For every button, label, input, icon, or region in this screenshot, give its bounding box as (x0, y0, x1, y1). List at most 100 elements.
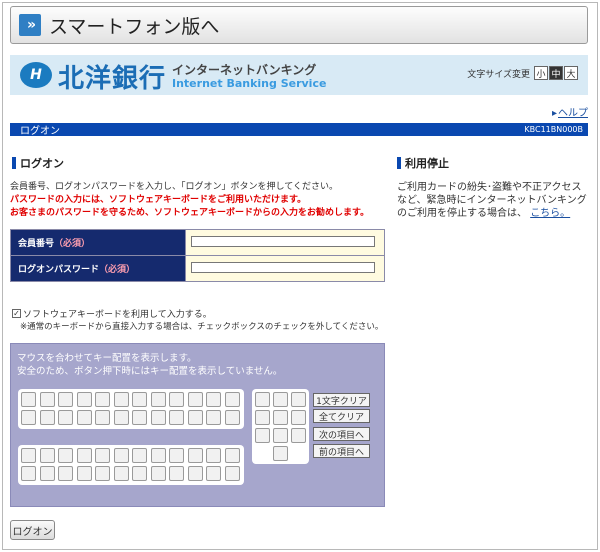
header-banner: H 北洋銀行 インターネットバンキング Internet Banking Ser… (10, 55, 588, 95)
password-input[interactable] (191, 262, 375, 273)
keyboard-key[interactable] (58, 410, 73, 425)
keyboard-key[interactable] (206, 448, 221, 463)
keyboard-key[interactable] (224, 410, 240, 425)
keyboard-key[interactable] (113, 410, 129, 425)
keyboard-key[interactable] (76, 466, 92, 481)
keyboard-key[interactable] (58, 448, 73, 463)
member-number-row: 会員番号（必須） (10, 229, 385, 256)
keyboard-key[interactable] (224, 448, 240, 463)
keyboard-key[interactable] (21, 410, 36, 425)
suspend-link[interactable]: こちら。 (530, 208, 570, 219)
login-form: 会員番号（必須） ログオンパスワード（必須） (10, 229, 385, 282)
smartphone-link-label: スマートフォン版へ (49, 15, 220, 38)
help-link[interactable]: ヘルプ (552, 104, 588, 119)
keyboard-key[interactable] (169, 392, 184, 407)
login-section-title-text: ログオン (20, 157, 64, 170)
keyboard-key[interactable] (113, 466, 129, 481)
password-label: ログオンパスワード（必須） (10, 255, 186, 282)
keyboard-key[interactable] (206, 410, 221, 425)
suspend-description: ご利用カードの紛失･盗難や不正アクセスなど、緊急時にインターネットバンキングのご… (397, 181, 587, 220)
smartphone-link-button[interactable]: » スマートフォン版へ (10, 6, 588, 44)
keyboard-key[interactable] (76, 392, 92, 407)
prev-field-button[interactable]: 前の項目へ (313, 444, 370, 458)
keyboard-message-line-2: 安全のため、ボタン押下時にはキー配置を表示していません。 (17, 366, 283, 377)
key-block-numpad (252, 389, 309, 464)
keyboard-key[interactable] (206, 392, 221, 407)
software-keyboard: マウスを合わせてキー配置を表示します。 安全のため、ボタン押下時にはキー配置を表… (10, 343, 385, 507)
keyboard-key[interactable] (113, 448, 129, 463)
bank-logo-icon: H (20, 62, 52, 88)
next-field-button[interactable]: 次の項目へ (313, 427, 370, 441)
keyboard-key[interactable] (132, 410, 147, 425)
font-size-small-button[interactable]: 小 (534, 66, 548, 80)
keyboard-key[interactable] (76, 448, 92, 463)
keyboard-key[interactable] (39, 410, 55, 425)
keyboard-key[interactable] (187, 410, 203, 425)
keyboard-key[interactable] (95, 466, 110, 481)
keyboard-key[interactable] (187, 466, 203, 481)
clear-all-button[interactable]: 全てクリア (313, 409, 370, 423)
keyboard-message-line-1: マウスを合わせてキー配置を表示します。 (17, 353, 197, 364)
login-instructions: 会員番号、ログオンパスワードを入力し、「ログオン」ボタンを押してください。 パス… (10, 181, 369, 220)
member-number-cell (185, 229, 385, 256)
suspend-section-title-text: 利用停止 (405, 157, 449, 170)
password-cell (185, 255, 385, 282)
keyboard-key[interactable] (132, 392, 147, 407)
keyboard-key[interactable] (291, 428, 306, 443)
service-name-en: Internet Banking Service (172, 77, 327, 90)
keyboard-key[interactable] (21, 466, 36, 481)
suspend-section-title: 利用停止 (397, 155, 449, 171)
page-code: KBC11BN000B (524, 125, 583, 134)
software-keyboard-option: ✓ ソフトウェアキーボードを利用して入力する。 (12, 307, 212, 320)
keyboard-key[interactable] (39, 392, 55, 407)
keyboard-key[interactable] (273, 392, 288, 407)
member-number-label: 会員番号（必須） (10, 229, 186, 256)
keyboard-key[interactable] (255, 428, 270, 443)
login-button[interactable]: ログオン (10, 520, 55, 540)
keyboard-key[interactable] (150, 392, 166, 407)
keyboard-key[interactable] (76, 410, 92, 425)
key-block-upper (18, 389, 244, 429)
keyboard-key[interactable] (273, 446, 288, 461)
keyboard-key[interactable] (206, 466, 221, 481)
keyboard-key[interactable] (150, 410, 166, 425)
keyboard-key[interactable] (58, 392, 73, 407)
keyboard-key[interactable] (187, 448, 203, 463)
keyboard-key[interactable] (132, 448, 147, 463)
keyboard-key[interactable] (291, 392, 306, 407)
keyboard-key[interactable] (132, 466, 147, 481)
keyboard-key[interactable] (95, 448, 110, 463)
warning-text-2: お客さまのパスワードを守るため、ソフトウェアキーボードからの入力をお勧めします。 (10, 208, 370, 218)
keyboard-key[interactable] (169, 410, 184, 425)
required-mark: （必須） (54, 239, 91, 249)
keyboard-key[interactable] (39, 448, 55, 463)
keyboard-key[interactable] (95, 410, 110, 425)
member-number-input[interactable] (191, 236, 375, 247)
keyboard-key[interactable] (39, 466, 55, 481)
password-row: ログオンパスワード（必須） (10, 255, 385, 282)
keyboard-key[interactable] (187, 392, 203, 407)
keyboard-key[interactable] (273, 428, 288, 443)
keyboard-key[interactable] (224, 466, 240, 481)
font-size-large-button[interactable]: 大 (564, 66, 578, 80)
keyboard-key[interactable] (21, 448, 36, 463)
keyboard-key[interactable] (150, 466, 166, 481)
keyboard-note: ※通常のキーボードから直接入力する場合は、チェックボックスのチェックを外してくだ… (20, 322, 384, 332)
section-marker (12, 157, 16, 169)
keyboard-key[interactable] (113, 392, 129, 407)
font-size-medium-button[interactable]: 中 (549, 66, 563, 80)
keyboard-key[interactable] (150, 448, 166, 463)
keyboard-key[interactable] (169, 466, 184, 481)
double-chevron-right-icon: » (19, 14, 41, 36)
keyboard-key[interactable] (169, 448, 184, 463)
keyboard-key[interactable] (95, 392, 110, 407)
clear-one-char-button[interactable]: 1文字クリア (313, 393, 370, 407)
software-keyboard-checkbox[interactable]: ✓ (12, 309, 21, 318)
keyboard-key[interactable] (255, 392, 270, 407)
keyboard-key[interactable] (291, 410, 306, 425)
keyboard-key[interactable] (58, 466, 73, 481)
keyboard-key[interactable] (224, 392, 240, 407)
keyboard-key[interactable] (255, 410, 270, 425)
keyboard-key[interactable] (273, 410, 288, 425)
keyboard-key[interactable] (21, 392, 36, 407)
